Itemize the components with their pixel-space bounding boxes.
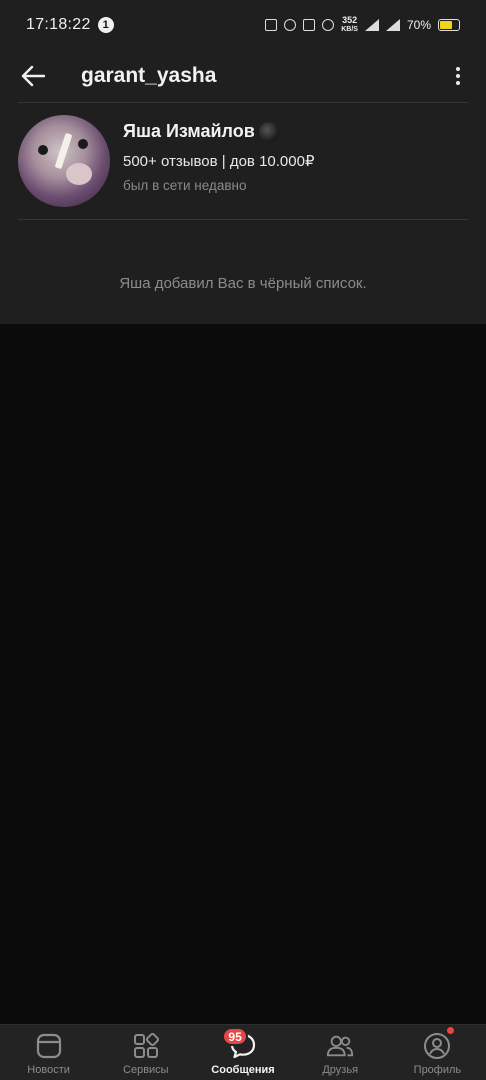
nav-news-label: Новости bbox=[27, 1064, 70, 1076]
battery-percent: 70% bbox=[406, 18, 431, 32]
status-time: 17:18:22 bbox=[26, 16, 91, 33]
page-title: garant_yasha bbox=[81, 64, 217, 87]
profile-name-row[interactable]: Яша Измайлов bbox=[123, 121, 279, 142]
more-dot bbox=[456, 81, 460, 85]
nav-friends-label: Друзья bbox=[322, 1064, 359, 1076]
bottom-nav: Новости Сервисы 95 Сообщения Друзья Проф… bbox=[0, 1024, 486, 1080]
notification-count-badge: 1 bbox=[97, 17, 114, 33]
nav-news[interactable]: Новости bbox=[0, 1025, 97, 1080]
nav-friends[interactable]: Друзья bbox=[292, 1025, 389, 1080]
more-dot bbox=[456, 74, 460, 78]
last-seen: был в сети недавно bbox=[123, 178, 247, 193]
more-vertical-icon bbox=[456, 67, 460, 71]
battery-icon bbox=[438, 19, 460, 31]
services-icon bbox=[132, 1032, 160, 1060]
avatar-cigarette bbox=[54, 132, 73, 170]
avatar[interactable] bbox=[18, 115, 110, 207]
nav-profile-label: Профиль bbox=[413, 1064, 462, 1076]
status-emoji-icon bbox=[258, 121, 279, 142]
profile-icon bbox=[423, 1032, 451, 1060]
more-menu-button[interactable] bbox=[446, 60, 470, 92]
signal-4g-icon bbox=[385, 19, 400, 31]
friends-icon bbox=[326, 1032, 354, 1060]
chat-header: garant_yasha bbox=[0, 50, 486, 102]
profile-notification-dot bbox=[446, 1027, 454, 1034]
divider bbox=[18, 219, 468, 220]
arrow-left-icon bbox=[21, 65, 45, 87]
blacklist-notice: Яша добавил Вас в чёрный список. bbox=[119, 275, 367, 292]
messages-badge: 95 bbox=[222, 1027, 248, 1046]
network-speed-unit: KB/S bbox=[341, 26, 358, 33]
network-speed-value: 352 bbox=[342, 15, 358, 25]
avatar-eye bbox=[38, 145, 48, 155]
nfc-icon bbox=[265, 19, 278, 31]
nav-services[interactable]: Сервисы bbox=[97, 1025, 194, 1080]
nav-services-label: Сервисы bbox=[123, 1064, 169, 1076]
bluetooth-icon bbox=[284, 19, 297, 31]
nav-messages[interactable]: 95 Сообщения bbox=[194, 1025, 291, 1080]
divider bbox=[18, 102, 468, 103]
nav-messages-label: Сообщения bbox=[211, 1064, 275, 1076]
signal-icon bbox=[364, 19, 379, 31]
avatar-eye bbox=[78, 139, 88, 149]
avatar-paw bbox=[66, 163, 92, 185]
news-icon bbox=[35, 1032, 63, 1060]
nav-profile[interactable]: Профиль bbox=[389, 1025, 486, 1080]
alarm-icon bbox=[322, 19, 335, 31]
back-button[interactable] bbox=[17, 60, 49, 92]
profile-name: Яша Измайлов bbox=[123, 121, 255, 141]
vibrate-icon bbox=[303, 19, 316, 31]
network-speed: 352 KB/S bbox=[341, 16, 358, 34]
battery-fill bbox=[440, 21, 452, 29]
profile-panel: Яша Измайлов 500+ отзывов | дов 10.000₽ … bbox=[0, 102, 486, 324]
status-icons: 352 KB/S 70% bbox=[265, 16, 460, 34]
status-bar: 17:18:22 1 352 KB/S 70% bbox=[0, 0, 486, 50]
profile-meta: 500+ отзывов | дов 10.000₽ bbox=[123, 153, 315, 170]
